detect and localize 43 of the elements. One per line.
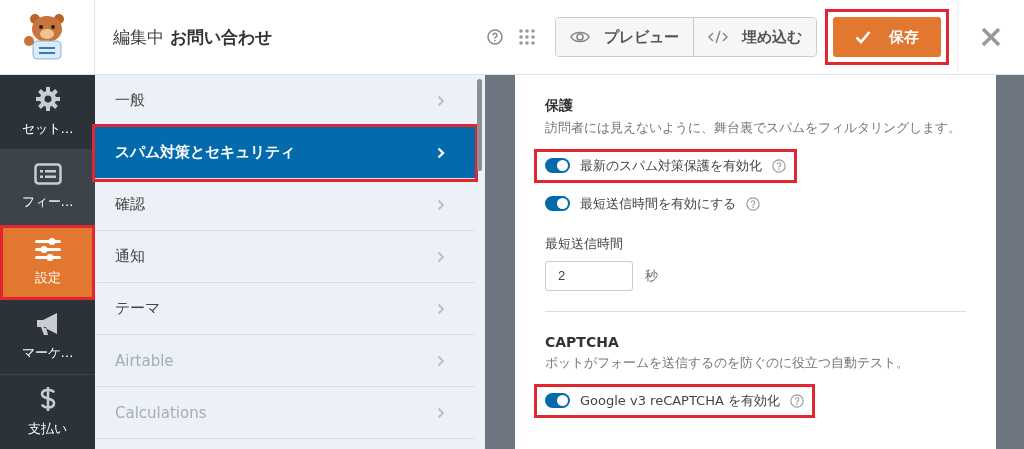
section-title: 保護 <box>545 97 574 115</box>
settings-menu-item[interactable]: テーマ <box>95 283 475 335</box>
chevron-right-icon <box>437 94 445 107</box>
chevron-right-icon <box>437 198 445 211</box>
eye-icon <box>570 30 590 44</box>
help-icon[interactable] <box>790 393 804 408</box>
chevron-right-icon <box>437 406 445 419</box>
settings-menu-item[interactable]: 確認 <box>95 179 475 231</box>
section-description: ボットがフォームを送信するのを防ぐのに役立つ自動テスト。 <box>545 354 910 372</box>
field-label: 最短送信時間 <box>545 234 624 253</box>
help-icon[interactable] <box>772 158 786 173</box>
toggle-switch[interactable] <box>545 393 570 409</box>
toggle-label: 最新のスパム対策保護を有効化 <box>580 156 762 175</box>
sidebar-item[interactable]: フィー… <box>0 150 95 225</box>
chevron-right-icon <box>437 250 445 263</box>
help-icon[interactable] <box>746 196 760 211</box>
close-icon[interactable] <box>981 27 1001 47</box>
toggle-label: Google v3 reCAPTCHA を有効化 <box>580 391 780 410</box>
section-description: 訪問者には見えないように、舞台裏でスパムをフィルタリングします。 <box>545 120 962 137</box>
toggle-label: 最短送信時間を有効にする <box>580 194 736 213</box>
embed-button[interactable]: 埋め込む <box>693 18 816 56</box>
code-icon <box>708 30 728 44</box>
sliders-icon <box>33 237 62 261</box>
preview-button[interactable]: プレビュー <box>556 18 693 56</box>
number-field[interactable]: 2 <box>545 260 633 291</box>
checkmark-icon <box>855 30 871 44</box>
editing-label: 編集中 <box>113 25 164 49</box>
settings-menu-item[interactable]: スパム対策とセキュリティ <box>95 127 475 179</box>
section-title: CAPTCHA <box>545 333 620 350</box>
grid-icon[interactable] <box>519 29 535 45</box>
toggle-switch[interactable] <box>545 158 570 174</box>
settings-menu-item[interactable]: 通知 <box>95 231 475 283</box>
gear-icon <box>34 86 61 112</box>
dollar-icon <box>39 386 56 412</box>
scrollbar[interactable] <box>477 79 482 171</box>
toggle-switch[interactable] <box>545 196 570 212</box>
help-icon[interactable] <box>487 29 503 45</box>
form-name: お問い合わせ <box>170 25 272 49</box>
chevron-right-icon <box>437 354 445 367</box>
chevron-right-icon <box>437 146 445 159</box>
unit-label: 秒 <box>645 266 658 285</box>
chevron-right-icon <box>437 302 445 315</box>
list-icon <box>33 163 62 185</box>
